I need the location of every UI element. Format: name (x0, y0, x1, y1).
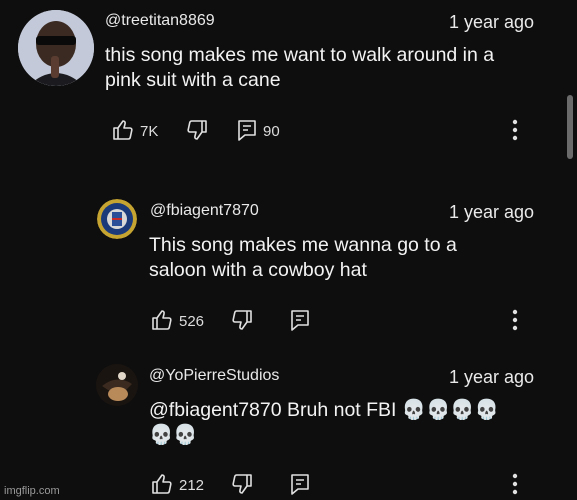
avatar-fbiagent[interactable] (97, 199, 137, 239)
like-icon[interactable] (112, 119, 134, 141)
comment-text-line-1: this song makes me want to walk around i… (105, 44, 495, 66)
more-icon[interactable] (512, 309, 518, 331)
reply-text-line-1: This song makes me wanna go to a (149, 234, 457, 256)
avatar-image (96, 364, 138, 406)
dislike-icon[interactable] (231, 309, 253, 331)
reply-text-line-2: 💀💀 (149, 424, 198, 446)
dislike-icon[interactable] (186, 119, 208, 141)
fbi-seal-icon (97, 199, 137, 239)
watermark: imgflip.com (4, 485, 60, 497)
reply-icon[interactable] (290, 473, 310, 495)
reply-text-line-1: @fbiagent7870 Bruh not FBI 💀💀💀💀 (149, 399, 499, 421)
like-count: 212 (179, 477, 205, 494)
reply-author-handle[interactable]: @fbiagent7870 (150, 202, 259, 220)
reply-icon[interactable] (237, 119, 257, 141)
reply-timestamp: 1 year ago (449, 367, 535, 387)
dislike-icon[interactable] (231, 473, 253, 495)
more-icon[interactable] (512, 473, 518, 495)
comment-timestamp: 1 year ago (449, 12, 535, 32)
avatar-image (18, 10, 94, 86)
scrollbar[interactable] (567, 95, 573, 159)
reply-icon[interactable] (290, 309, 310, 331)
avatar-yopierrestudios[interactable] (96, 364, 138, 406)
avatar-treetitan[interactable] (18, 10, 94, 86)
reply-text-line-2: saloon with a cowboy hat (149, 259, 367, 281)
more-icon[interactable] (512, 119, 518, 141)
comment-author-handle[interactable]: @treetitan8869 (105, 12, 215, 30)
reply-timestamp: 1 year ago (449, 202, 535, 222)
like-icon[interactable] (151, 473, 173, 495)
like-count: 7K (140, 123, 159, 140)
like-count: 526 (179, 313, 205, 330)
like-icon[interactable] (151, 309, 173, 331)
reply-author-handle[interactable]: @YoPierreStudios (149, 367, 279, 385)
comment-text-line-2: pink suit with a cane (105, 69, 281, 91)
reply-count[interactable]: 90 (263, 123, 280, 140)
